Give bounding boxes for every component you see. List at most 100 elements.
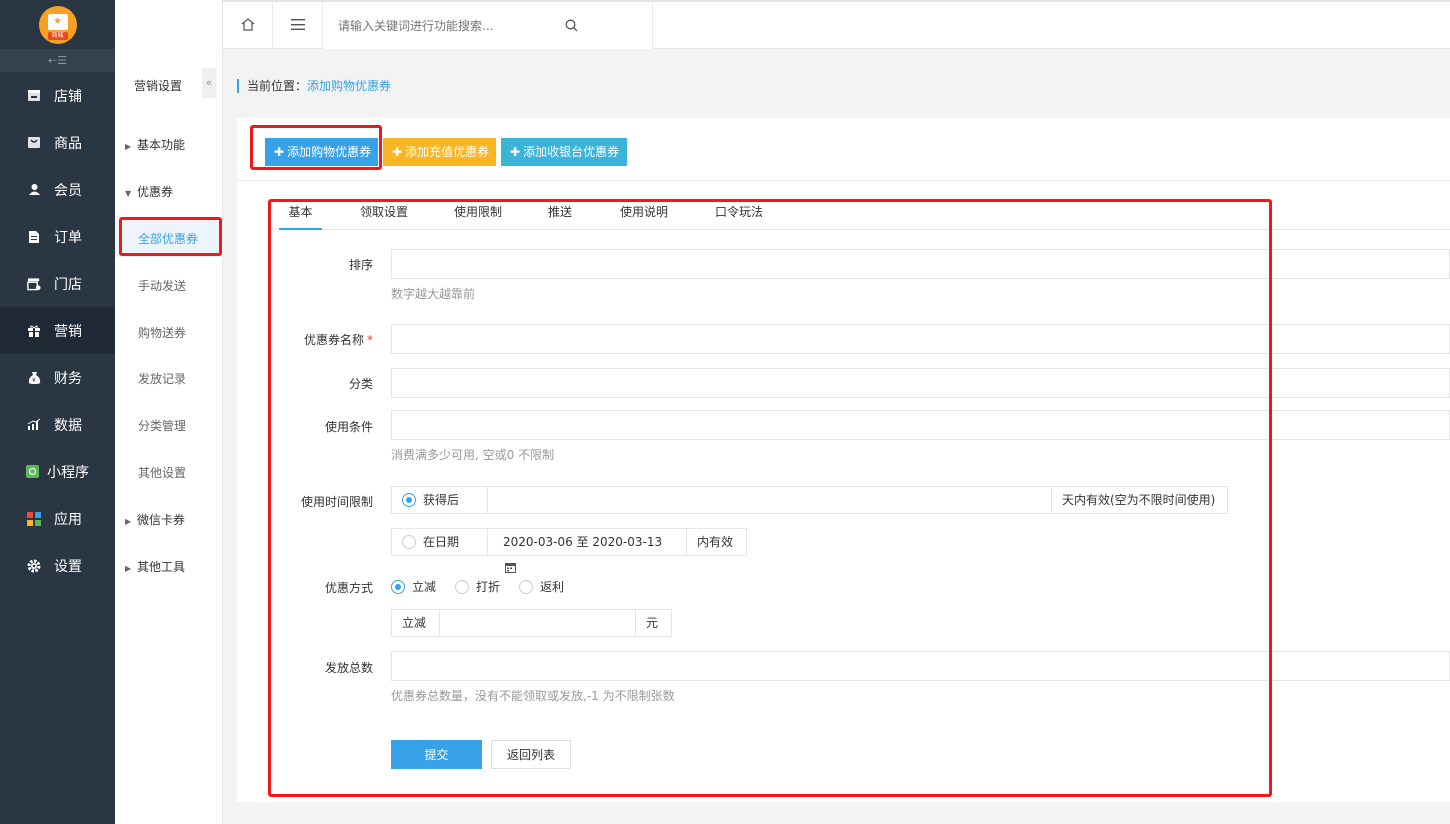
add-cashier-coupon-button[interactable]: ✚ 添加收银台优惠券 [501,138,627,166]
tab-usage-description[interactable]: 使用说明 [614,201,674,230]
goods-icon [27,136,41,150]
plus-icon: ✚ [392,145,403,159]
total-count-label: 发放总数 [324,661,373,675]
store-icon [27,277,41,291]
search-icon[interactable] [565,19,578,35]
gift-icon [27,324,41,338]
plus-icon: ✚ [274,145,285,159]
time-date-option[interactable]: 在日期 [391,528,488,556]
tab-basic[interactable]: 基本 [279,201,322,230]
breadcrumb: 当前位置：添加购物优惠券 [237,79,391,93]
member-icon [27,183,41,197]
subnav-title: 营销设置 [134,79,183,93]
calendar-icon [505,556,516,582]
date-valid-suffix: 内有效 [686,528,747,556]
coupon-name-label: 优惠券名称 * [303,333,373,347]
sidebar-item-order[interactable]: 订单 [0,213,115,260]
usage-condition-label: 使用条件 [324,420,373,434]
add-shopping-coupon-button[interactable]: ✚ 添加购物优惠券 [265,138,378,166]
tab-usage-limits[interactable]: 使用限制 [448,201,508,230]
money-bag-icon: ¥ [27,371,41,385]
category-input[interactable] [391,368,1450,398]
hamburger-icon [290,18,305,33]
search-input[interactable] [323,2,653,49]
sidebar-item-settings[interactable]: 设置 [0,542,115,589]
logo-tag: 商城 [47,31,68,40]
subnav-item-purchase-gift[interactable]: 购物送券 [115,315,223,351]
coupon-form-tabs: 基本 领取设置 使用限制 推送 使用说明 口令玩法 [279,201,1450,230]
sidebar-item-store[interactable]: 门店 [0,260,115,307]
top-bar [223,0,1450,49]
breadcrumb-current[interactable]: 添加购物优惠券 [307,79,391,93]
total-count-input[interactable] [391,651,1450,681]
caret-down-icon: ▼ [125,189,132,198]
discount-option-reduce[interactable]: 立减 [391,578,436,595]
radio-date[interactable] [402,535,416,549]
menu-toggle-button[interactable] [273,2,323,49]
marketing-subnav: 营销设置 « ▶ 基本功能 ▼ 优惠券 全部优惠券 手动发送 购物送券 发放记录 分… [115,0,223,824]
time-limit-label: 使用时间限制 [300,495,373,509]
svg-text:¥: ¥ [32,377,36,384]
subnav-collapse-button[interactable]: « [202,68,216,98]
submit-button[interactable]: 提交 [391,740,482,769]
sidebar-item-data[interactable]: 数据 [0,401,115,448]
subnav-item-send-log[interactable]: 发放记录 [115,361,223,397]
sort-label: 排序 [348,258,373,272]
required-mark: * [367,333,373,347]
subnav-group-coupon[interactable]: ▼ 优惠券 [115,174,223,210]
reduce-prefix: 立减 [391,609,440,637]
subnav-item-all-coupons[interactable]: 全部优惠券 [115,221,223,257]
sidebar-collapse-toggle[interactable]: ⇠☰ [0,50,115,72]
sidebar-item-apps[interactable]: 应用 [0,495,115,542]
caret-right-icon: ▶ [125,517,132,526]
tab-receive-settings[interactable]: 领取设置 [354,201,414,230]
sidebar-item-shop[interactable]: 店铺 [0,72,115,119]
subnav-group-other-tools[interactable]: ▶ 其他工具 [115,549,223,585]
radio-rebate[interactable] [519,579,533,594]
tab-push[interactable]: 推送 [542,201,578,230]
tab-password-play[interactable]: 口令玩法 [709,201,769,230]
days-valid-input[interactable] [487,486,1052,514]
total-count-help: 优惠券总数量，没有不能领取或发放,-1 为不限制张数 [391,689,675,703]
apps-icon [27,511,41,526]
days-valid-suffix: 天内有效(空为不限时间使用) [1051,486,1228,514]
sidebar-item-miniprogram[interactable]: 小程序 [0,448,115,495]
usage-condition-input[interactable] [391,410,1450,440]
add-recharge-coupon-button[interactable]: ✚ 添加充值优惠券 [383,138,496,166]
order-icon [27,230,41,244]
sidebar-item-member[interactable]: 会员 [0,166,115,213]
sidebar-item-goods[interactable]: 商品 [0,119,115,166]
sort-input[interactable] [391,249,1450,279]
caret-right-icon: ▶ [125,142,132,151]
time-after-option[interactable]: 获得后 [391,486,488,514]
sidebar-item-finance[interactable]: ¥ 财务 [0,354,115,401]
radio-percent[interactable] [455,579,469,594]
back-to-list-button[interactable]: 返回列表 [491,740,571,769]
subnav-item-category-manage[interactable]: 分类管理 [115,408,223,444]
category-label: 分类 [348,377,373,391]
divider [237,180,1450,181]
subnav-group-wechat-card[interactable]: ▶ 微信卡券 [115,502,223,538]
shop-icon [27,89,41,103]
logo[interactable]: 商城 [38,5,77,44]
main-sidebar: 商城 ⇠☰ 店铺 商品 会员 订单 门店 营销 ¥ 财务 数据 小程序 应用 设… [0,0,115,824]
sidebar-item-marketing[interactable]: 营销 [0,307,115,354]
discount-option-percent[interactable]: 打折 [455,578,500,595]
date-range-picker[interactable]: 2020-03-06 至 2020-03-13 [487,528,687,573]
gear-icon [27,559,41,573]
coupon-type-buttons: ✚ 添加购物优惠券 ✚ 添加充值优惠券 ✚ 添加收银台优惠券 [265,138,627,166]
reduce-amount-input[interactable] [439,609,636,637]
subnav-item-manual-send[interactable]: 手动发送 [115,268,223,304]
usage-condition-help: 消费满多少可用, 空或0 不限制 [391,448,555,462]
miniprogram-icon [25,465,39,479]
subnav-group-basic[interactable]: ▶ 基本功能 [115,127,223,163]
radio-after-selected[interactable] [402,493,416,507]
coupon-name-input[interactable] [391,324,1450,354]
discount-type-label: 优惠方式 [324,581,373,595]
subnav-item-other-settings[interactable]: 其他设置 [115,455,223,491]
discount-option-rebate[interactable]: 返利 [519,578,564,595]
home-button[interactable] [223,2,273,49]
sort-help: 数字越大越靠前 [391,287,476,301]
radio-reduce-selected[interactable] [391,579,405,594]
chart-icon [27,418,41,432]
